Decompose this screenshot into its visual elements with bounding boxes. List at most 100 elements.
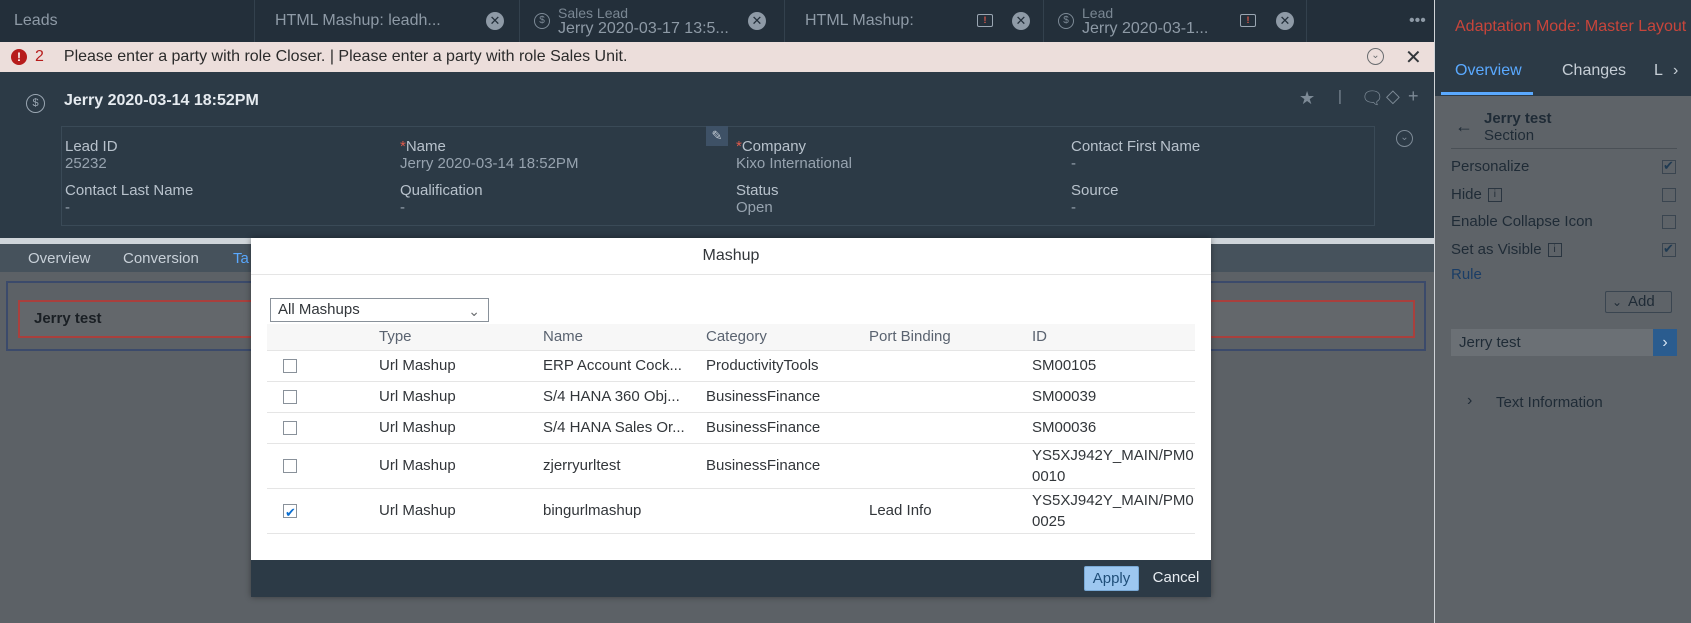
collapse-icon[interactable]: ⌄ bbox=[1367, 48, 1384, 65]
option-label: Set as Visible bbox=[1451, 241, 1542, 258]
expand-icon[interactable]: ⌄ bbox=[1396, 130, 1413, 147]
cell-port-binding bbox=[869, 443, 1032, 489]
field-label: Status bbox=[736, 182, 779, 199]
field-value: - bbox=[1071, 199, 1076, 216]
section-item[interactable]: Jerry test › bbox=[1451, 329, 1677, 356]
field-value: Open bbox=[736, 199, 773, 216]
cell-id: SM00036 bbox=[1032, 412, 1195, 444]
chevron-right-icon[interactable]: › bbox=[1467, 392, 1472, 410]
table-row[interactable]: Url Mashup S/4 HANA Sales Or... Business… bbox=[267, 412, 1195, 444]
table-header-row: Type Name Category Port Binding ID bbox=[267, 324, 1195, 351]
row-checkbox[interactable] bbox=[283, 502, 297, 523]
field-company[interactable]: *Company Kixo International bbox=[736, 138, 852, 172]
info-icon[interactable]: i bbox=[1487, 188, 1502, 203]
column-type[interactable]: Type bbox=[379, 324, 543, 351]
field-value: - bbox=[400, 199, 405, 216]
field-qualification[interactable]: Qualification - bbox=[400, 182, 483, 216]
column-name[interactable]: Name bbox=[543, 324, 706, 351]
tab-more[interactable]: L bbox=[1654, 62, 1663, 80]
tag-icon[interactable]: ◇ bbox=[1386, 86, 1400, 107]
field-contact-last-name[interactable]: Contact Last Name - bbox=[65, 182, 193, 216]
cell-port-binding bbox=[869, 412, 1032, 444]
tab-overview[interactable]: Overview bbox=[1455, 62, 1522, 80]
row-checkbox[interactable] bbox=[283, 390, 297, 405]
tab-html-mashup-1[interactable]: HTML Mashup: leadh... ✕ bbox=[255, 0, 520, 42]
field-value: Jerry 2020-03-14 18:52PM bbox=[400, 155, 579, 172]
close-icon[interactable]: ✕ bbox=[1012, 12, 1030, 30]
close-icon[interactable]: ✕ bbox=[1276, 12, 1294, 30]
apply-button[interactable]: Apply bbox=[1084, 566, 1139, 591]
edit-icon[interactable]: ✎ bbox=[706, 126, 728, 146]
tab-label: Leads bbox=[14, 12, 58, 29]
cell-name: zjerryurltest bbox=[543, 443, 706, 489]
tab-html-mashup-2[interactable]: HTML Mashup: ! ✕ bbox=[785, 0, 1044, 42]
field-status[interactable]: Status Open bbox=[736, 182, 779, 216]
field-lead-id: Lead ID 25232 bbox=[65, 138, 118, 172]
table-row[interactable]: Url Mashup bingurlmashup Lead Info YS5XJ… bbox=[267, 488, 1195, 534]
chevron-right-icon[interactable]: › bbox=[1653, 329, 1677, 356]
selected-element-type: Section bbox=[1484, 127, 1535, 144]
tab-partial[interactable]: Ta bbox=[233, 250, 249, 267]
cell-id: SM00105 bbox=[1032, 350, 1195, 382]
tab-leads[interactable]: Leads bbox=[0, 0, 255, 42]
cell-type: Url Mashup bbox=[379, 412, 543, 444]
row-checkbox[interactable] bbox=[283, 359, 297, 374]
row-checkbox[interactable] bbox=[283, 459, 297, 474]
tab-lead[interactable]: $ Lead Jerry 2020-03-1... ! ✕ bbox=[1044, 0, 1307, 42]
add-button[interactable]: ⌄ Add bbox=[1605, 291, 1672, 313]
add-icon[interactable]: + bbox=[1408, 86, 1419, 107]
field-name[interactable]: *Name Jerry 2020-03-14 18:52PM bbox=[400, 138, 578, 172]
field-label: Qualification bbox=[400, 182, 483, 199]
field-source[interactable]: Source - bbox=[1071, 182, 1119, 216]
comment-icon[interactable]: 🗨 bbox=[1361, 88, 1384, 109]
tab-changes[interactable]: Changes bbox=[1562, 62, 1626, 80]
close-icon[interactable]: ✕ bbox=[1405, 45, 1422, 70]
column-port-binding[interactable]: Port Binding bbox=[869, 324, 1032, 351]
column-category[interactable]: Category bbox=[706, 324, 869, 351]
rule-link[interactable]: Rule bbox=[1451, 266, 1482, 283]
cell-type: Url Mashup bbox=[379, 488, 543, 534]
info-icon[interactable]: i bbox=[1547, 243, 1562, 258]
cell-id: SM00039 bbox=[1032, 381, 1195, 413]
table-row[interactable]: Url Mashup S/4 HANA 360 Obj... BusinessF… bbox=[267, 381, 1195, 413]
overflow-icon[interactable]: ••• bbox=[1409, 12, 1426, 30]
table-row[interactable]: Url Mashup zjerryurltest BusinessFinance… bbox=[267, 443, 1195, 489]
tab-overview[interactable]: Overview bbox=[28, 250, 91, 267]
divider bbox=[1451, 148, 1677, 149]
cell-category bbox=[706, 488, 869, 534]
tab-label: HTML Mashup: bbox=[805, 12, 914, 29]
error-icon: ! bbox=[11, 49, 27, 65]
column-id[interactable]: ID bbox=[1032, 324, 1195, 351]
option-label: Hide bbox=[1451, 186, 1482, 203]
cell-type: Url Mashup bbox=[379, 381, 543, 413]
filter-value: All Mashups bbox=[278, 301, 360, 318]
tab-sales-lead[interactable]: $ Sales Lead Jerry 2020-03-17 13:5... ✕ bbox=[520, 0, 785, 42]
mashup-dialog: Mashup All Mashups ⌄ Type Name Category … bbox=[251, 238, 1211, 597]
field-contact-first-name[interactable]: Contact First Name - bbox=[1071, 138, 1200, 172]
close-icon[interactable]: ✕ bbox=[486, 12, 504, 30]
text-information-item[interactable]: Text Information bbox=[1496, 394, 1603, 411]
tab-bar: Leads HTML Mashup: leadh... ✕ $ Sales Le… bbox=[0, 0, 1434, 42]
enable-collapse-checkbox[interactable] bbox=[1662, 215, 1676, 229]
cancel-button[interactable]: Cancel bbox=[1149, 566, 1203, 591]
option-enable-collapse-icon: Enable Collapse Icon bbox=[1451, 213, 1593, 230]
hide-checkbox[interactable] bbox=[1662, 188, 1676, 202]
cell-category: BusinessFinance bbox=[706, 381, 869, 413]
dialog-footer: Apply Cancel bbox=[251, 560, 1211, 597]
mashup-filter-select[interactable]: All Mashups ⌄ bbox=[270, 298, 489, 322]
row-checkbox[interactable] bbox=[283, 421, 297, 436]
cell-category: ProductivityTools bbox=[706, 350, 869, 382]
back-arrow-icon[interactable]: ← bbox=[1455, 116, 1473, 137]
table-row[interactable]: Url Mashup ERP Account Cock... Productiv… bbox=[267, 350, 1195, 382]
personalize-checkbox[interactable] bbox=[1662, 158, 1676, 174]
error-count[interactable]: 2 bbox=[35, 48, 44, 66]
star-icon[interactable]: ★ bbox=[1299, 88, 1315, 109]
page-title: Jerry 2020-03-14 18:52PM bbox=[64, 92, 259, 109]
chevron-right-icon[interactable]: › bbox=[1673, 62, 1678, 80]
set-as-visible-checkbox[interactable] bbox=[1662, 241, 1676, 257]
tab-conversion[interactable]: Conversion bbox=[123, 250, 199, 267]
close-icon[interactable]: ✕ bbox=[748, 12, 766, 30]
message-alert-icon: ! bbox=[977, 14, 993, 27]
field-value: Kixo International bbox=[736, 155, 852, 172]
cell-id: YS5XJ942Y_MAIN/PM00010 bbox=[1032, 443, 1195, 489]
